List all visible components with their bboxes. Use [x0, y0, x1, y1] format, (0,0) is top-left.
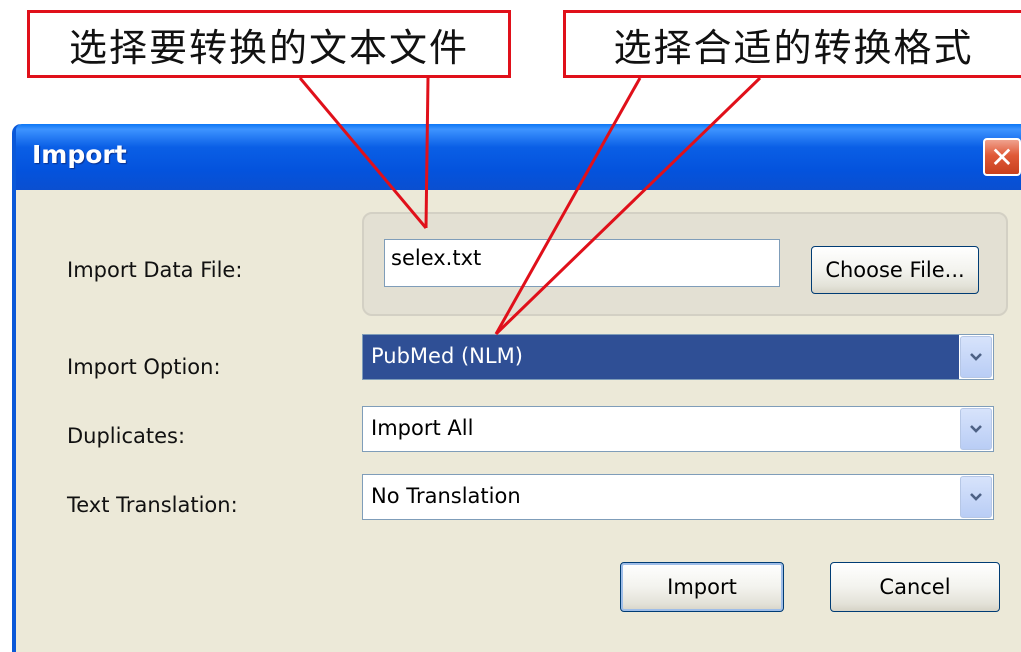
duplicates-value: Import All	[371, 416, 474, 440]
choose-file-button-label: Choose File...	[825, 258, 965, 282]
chevron-down-icon	[970, 425, 982, 433]
duplicates-dropdown-button[interactable]	[960, 408, 992, 450]
duplicates-select[interactable]: Import All	[362, 406, 994, 452]
cancel-button[interactable]: Cancel	[830, 562, 1000, 612]
callout-select-format: 选择合适的转换格式	[563, 10, 1021, 78]
choose-file-button[interactable]: Choose File...	[811, 246, 979, 294]
import-dialog: Import ✕ Import Data File: selex.txt Cho…	[12, 124, 1021, 652]
close-button[interactable]: ✕	[983, 138, 1021, 176]
import-data-file-field[interactable]: selex.txt	[384, 239, 780, 287]
text-translation-label: Text Translation:	[67, 493, 238, 517]
cancel-button-label: Cancel	[879, 575, 951, 599]
import-button[interactable]: Import	[620, 562, 784, 612]
dialog-body: Import Data File: selex.txt Choose File.…	[16, 190, 1021, 652]
duplicates-label: Duplicates:	[67, 424, 186, 448]
import-data-file-value: selex.txt	[391, 246, 482, 270]
import-button-label: Import	[667, 575, 737, 599]
dialog-title: Import	[32, 140, 127, 169]
text-translation-dropdown-button[interactable]	[960, 476, 992, 518]
import-option-label: Import Option:	[67, 355, 221, 379]
chevron-down-icon	[970, 353, 982, 361]
import-option-select[interactable]: PubMed (NLM)	[362, 334, 994, 380]
callout-select-file: 选择要转换的文本文件	[27, 10, 511, 78]
text-translation-value: No Translation	[371, 484, 521, 508]
text-translation-select[interactable]: No Translation	[362, 474, 994, 520]
chevron-down-icon	[970, 493, 982, 501]
callout-select-file-text: 选择要转换的文本文件	[68, 25, 469, 70]
close-icon: ✕	[990, 140, 1014, 174]
import-data-file-label: Import Data File:	[67, 258, 243, 282]
title-bar[interactable]: Import ✕	[16, 124, 1021, 190]
callout-select-format-text: 选择合适的转换格式	[613, 25, 974, 70]
import-option-dropdown-button[interactable]	[960, 336, 992, 378]
import-option-value: PubMed (NLM)	[363, 335, 959, 379]
